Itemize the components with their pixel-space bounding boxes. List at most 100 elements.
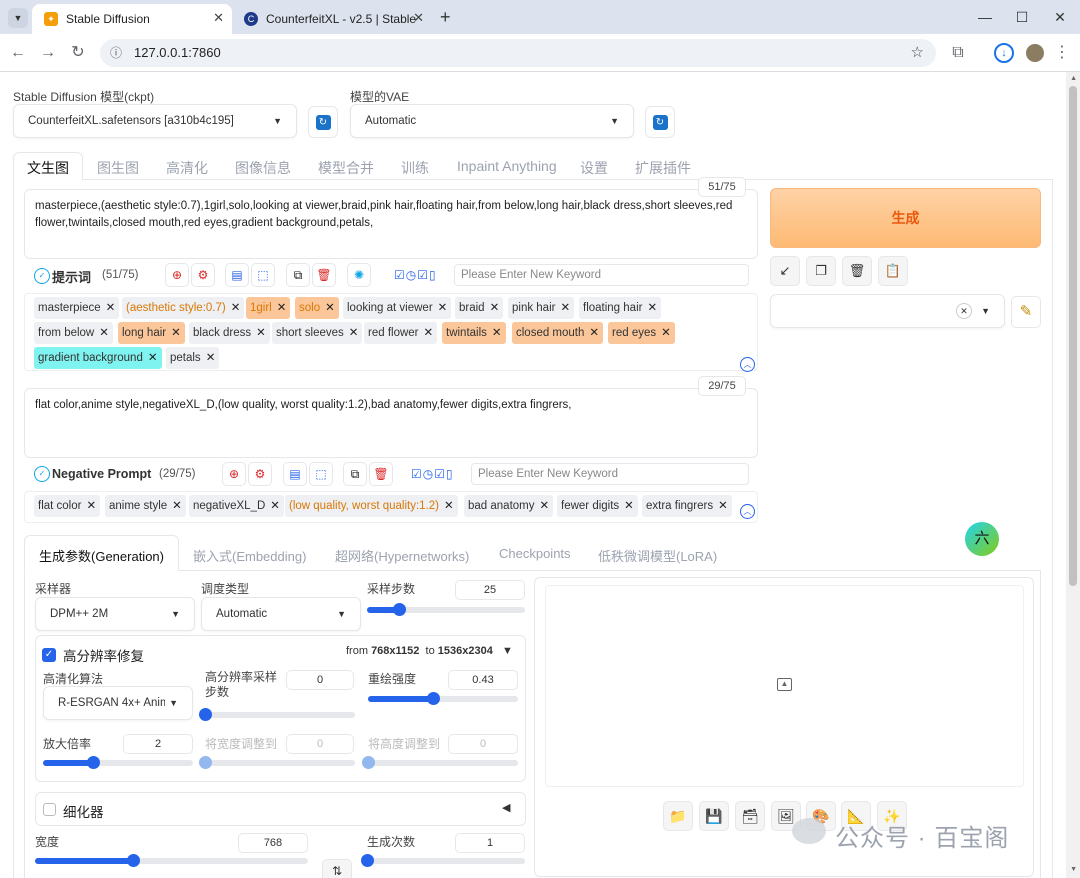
denoise-slider[interactable]	[368, 692, 518, 705]
new-tab-button[interactable]: +	[440, 7, 451, 28]
scroll-down-icon[interactable]: ▼	[1070, 866, 1077, 873]
delete-icon[interactable]: 🗑	[312, 263, 336, 287]
page-scrollbar-thumb[interactable]	[1069, 86, 1077, 586]
close-icon[interactable]: ✕	[413, 10, 424, 26]
subtab-embedding[interactable]: 嵌入式(Embedding)	[193, 546, 306, 565]
resize-width-input[interactable]: 0	[286, 734, 354, 754]
prompt-chip[interactable]: floating hair ✕	[579, 297, 662, 319]
prompt-chip[interactable]: pink hair ✕	[508, 297, 575, 319]
remove-icon[interactable]: ✕	[424, 327, 434, 339]
ckpt-refresh-button[interactable]: ↻	[308, 106, 338, 138]
remove-icon[interactable]: ✕	[490, 302, 500, 314]
slider-knob[interactable]	[426, 692, 440, 705]
negative-chip[interactable]: bad anatomy ✕	[464, 495, 554, 517]
remove-icon[interactable]: ✕	[624, 500, 634, 512]
prompt-chip[interactable]: closed mouth ✕	[512, 322, 604, 344]
prompt-chip[interactable]: masterpiece ✕	[34, 297, 120, 319]
import-icon[interactable]: ▤	[225, 263, 249, 287]
remove-icon[interactable]: ✕	[86, 500, 96, 512]
scale-slider[interactable]	[43, 756, 193, 769]
prompt-chip[interactable]: red eyes ✕	[608, 322, 675, 344]
negative-chip[interactable]: fewer digits ✕	[557, 495, 638, 517]
maximize-icon[interactable]: ☐	[1012, 7, 1032, 27]
forward-icon[interactable]: →	[38, 43, 58, 63]
import-icon[interactable]: ▤	[283, 462, 307, 486]
collapse-up-icon[interactable]: ︿	[740, 504, 755, 519]
settings-gear-icon[interactable]: ⚙	[248, 462, 272, 486]
steps-input[interactable]: 25	[455, 580, 525, 600]
refiner-checkbox[interactable]	[43, 803, 56, 816]
browser-tab-civitai[interactable]: C CounterfeitXL - v2.5 | Stable ✕	[232, 4, 432, 34]
menu-icon[interactable]: ⋮	[1052, 43, 1072, 63]
sampler-select[interactable]: DPM++ 2M ▼	[35, 597, 195, 631]
remove-icon[interactable]: ✕	[171, 327, 181, 339]
bookmark-icon[interactable]: ⬚	[309, 462, 333, 486]
remove-icon[interactable]: ✕	[148, 352, 158, 364]
negative-keyword-input[interactable]: Please Enter New Keyword	[471, 463, 749, 485]
reload-icon[interactable]: ↻	[68, 43, 88, 63]
floating-badge[interactable]: 六	[965, 522, 999, 556]
remove-icon[interactable]: ✕	[231, 302, 241, 314]
copy-icon[interactable]: ⧉	[286, 263, 310, 287]
remove-icon[interactable]: ✕	[438, 302, 448, 314]
back-icon[interactable]: ←	[8, 43, 28, 63]
hires-checkbox[interactable]: ✓	[42, 648, 56, 662]
remove-icon[interactable]: ✕	[270, 500, 280, 512]
remove-icon[interactable]: ✕	[256, 327, 266, 339]
width-slider[interactable]	[35, 854, 308, 867]
slider-knob[interactable]	[362, 756, 375, 769]
browser-tab-stable-diffusion[interactable]: ✦ Stable Diffusion ✕	[32, 4, 232, 34]
remove-icon[interactable]: ✕	[540, 500, 550, 512]
batch-count-slider[interactable]	[361, 854, 525, 867]
bookmark-icon[interactable]: ⬚	[251, 263, 275, 287]
slider-knob[interactable]	[392, 603, 406, 616]
negative-collapse-icon[interactable]: ✓	[34, 466, 50, 482]
star-icon[interactable]: ☆	[911, 39, 924, 67]
negative-chip[interactable]: extra fingrers ✕	[642, 495, 732, 517]
subtab-generation[interactable]: 生成参数(Generation)	[24, 535, 179, 571]
slider-knob[interactable]	[361, 854, 374, 867]
copy-icon[interactable]: ⧉	[343, 462, 367, 486]
tab-merge[interactable]: 模型合并	[318, 158, 374, 178]
tab-search-icon[interactable]: ▼	[8, 8, 28, 28]
slider-knob[interactable]	[86, 756, 100, 769]
remove-icon[interactable]: ✕	[325, 302, 335, 314]
negative-chip[interactable]: flat color ✕	[34, 495, 101, 517]
resize-height-input[interactable]: 0	[448, 734, 518, 754]
negative-chip[interactable]: anime style ✕	[105, 495, 186, 517]
remove-icon[interactable]: ✕	[206, 352, 216, 364]
remove-icon[interactable]: ✕	[349, 327, 359, 339]
collapse-up-icon[interactable]: ︿	[740, 357, 755, 372]
remove-icon[interactable]: ✕	[718, 500, 728, 512]
subtab-hypernetworks[interactable]: 超网络(Hypernetworks)	[335, 546, 469, 565]
translate-icon[interactable]: ⊕	[165, 263, 189, 287]
remove-icon[interactable]: ✕	[172, 500, 182, 512]
denoise-input[interactable]: 0.43	[448, 670, 518, 690]
subtab-checkpoints[interactable]: Checkpoints	[499, 546, 571, 561]
negative-chip[interactable]: (low quality, worst quality:1.2) ✕	[285, 495, 458, 517]
prompt-chip[interactable]: braid ✕	[455, 297, 504, 319]
remove-icon[interactable]: ✕	[277, 302, 287, 314]
delete-icon[interactable]: 🗑	[369, 462, 393, 486]
url-input[interactable]: ⓘ 127.0.0.1:7860 ☆	[100, 39, 936, 67]
tab-settings[interactable]: 设置	[580, 158, 608, 178]
remove-icon[interactable]: ✕	[492, 327, 502, 339]
prompt-chip[interactable]: long hair ✕	[118, 322, 185, 344]
refiner-expand-icon[interactable]: ◀	[502, 801, 510, 814]
keyword-toggle-icons[interactable]: ☑◷☑▯	[411, 467, 454, 481]
hires-steps-input[interactable]: 0	[286, 670, 354, 690]
prompt-chip[interactable]: solo ✕	[295, 297, 339, 319]
tab-inpaint-anything[interactable]: Inpaint Anything	[457, 158, 557, 174]
resize-height-slider[interactable]	[362, 756, 518, 769]
styles-select[interactable]: ✕ ▼	[770, 294, 1005, 328]
vae-refresh-button[interactable]: ↻	[645, 106, 675, 138]
trash-button[interactable]: 🗑	[842, 256, 872, 286]
hires-steps-slider[interactable]	[199, 708, 355, 721]
prompt-chip[interactable]: looking at viewer ✕	[343, 297, 452, 319]
vae-select[interactable]: Automatic ▼	[350, 104, 634, 138]
tab-img2img[interactable]: 图生图	[97, 158, 139, 178]
prompt-chip[interactable]: gradient background ✕	[34, 347, 162, 369]
scroll-up-icon[interactable]: ▲	[1070, 75, 1077, 82]
remove-icon[interactable]: ✕	[647, 302, 657, 314]
swap-dimensions-button[interactable]: ⇅	[322, 859, 352, 878]
